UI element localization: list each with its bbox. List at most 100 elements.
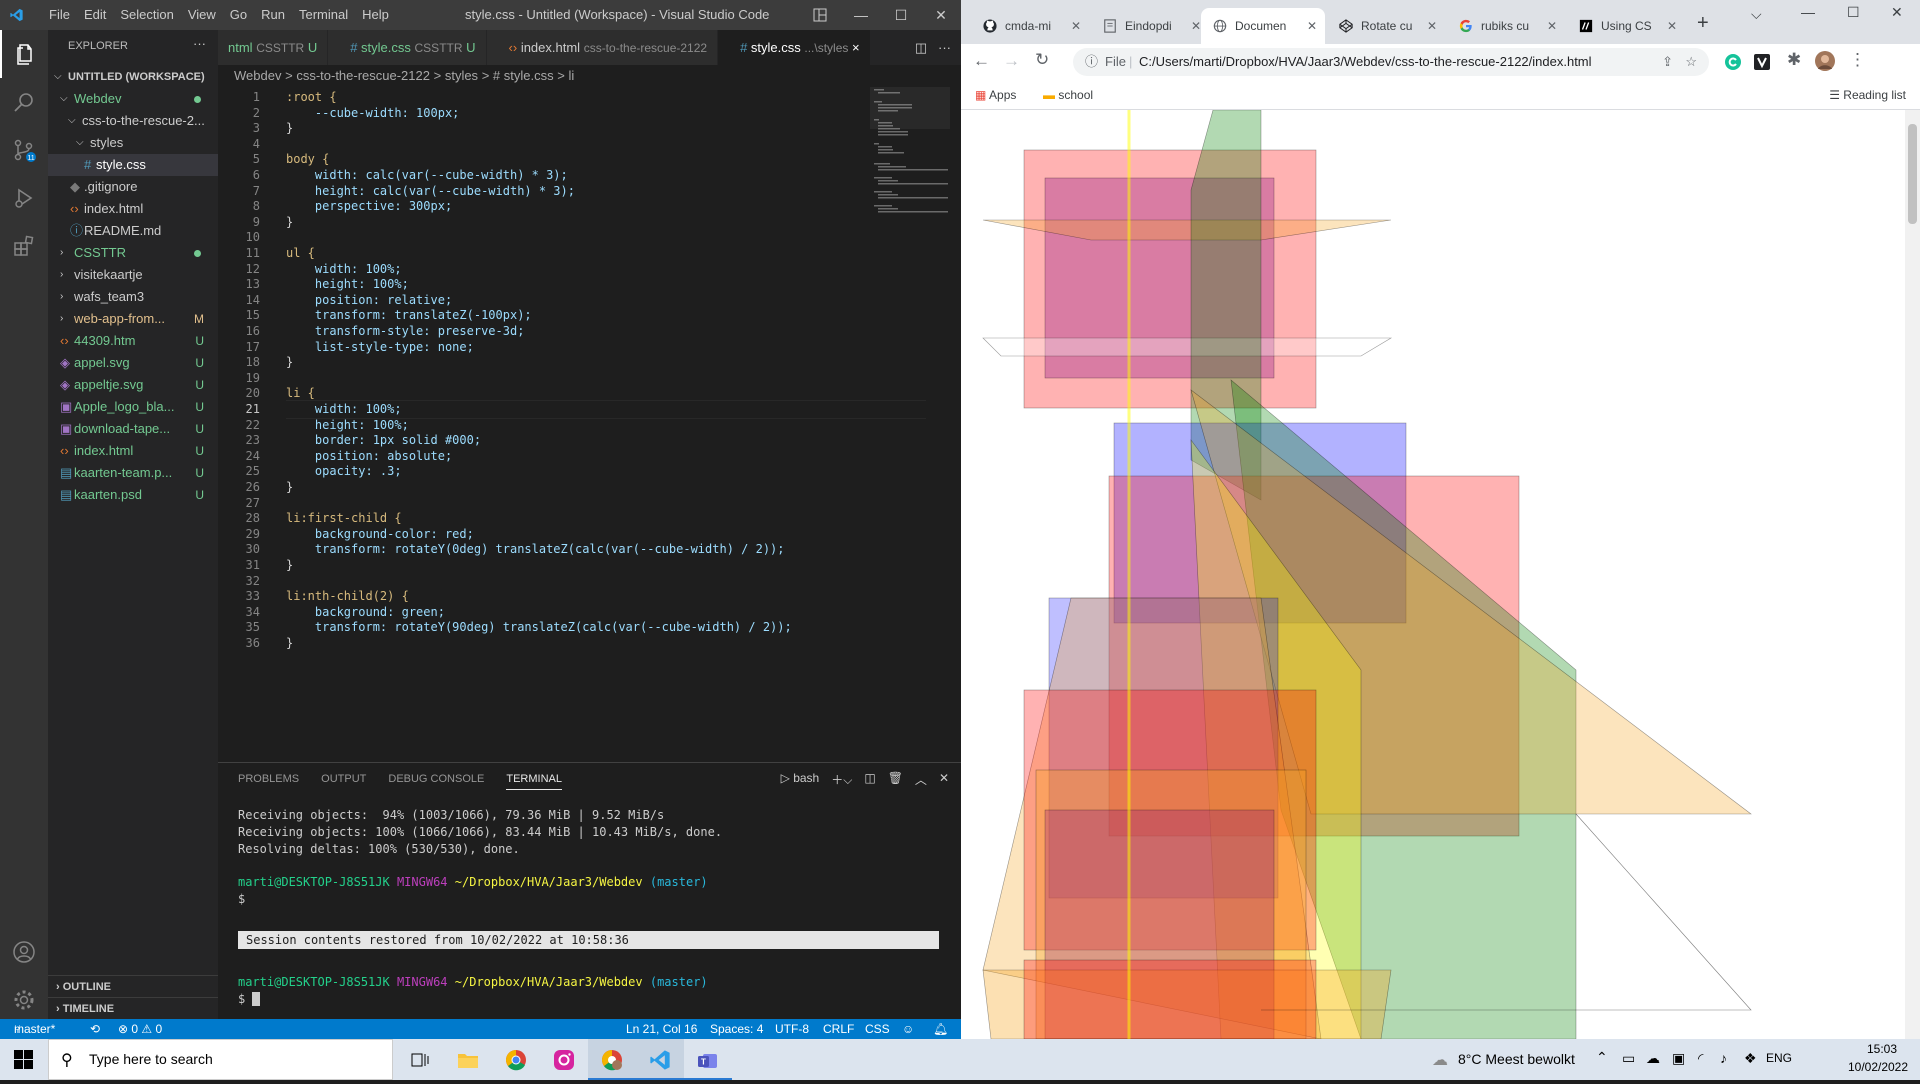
code-line[interactable]: list-style-type: none; [286, 340, 474, 354]
code-line[interactable]: position: absolute; [286, 449, 452, 463]
browser-tab-active[interactable]: Documen ✕ [1201, 8, 1325, 44]
terminal-input[interactable]: $ [238, 992, 260, 1006]
code-line[interactable]: perspective: 300px; [286, 199, 452, 213]
tree-folder-visitekaartje[interactable]: › visitekaartje [48, 264, 218, 286]
clock-time[interactable]: 15:03 [1852, 1042, 1912, 1056]
outline-section[interactable]: › OUTLINE [48, 975, 218, 997]
breadcrumb-item[interactable]: css-to-the-rescue-2122 [296, 68, 430, 83]
tree-file-download-tape[interactable]: ▣ download-tape... U [48, 418, 218, 440]
meet-now-icon[interactable]: ▭ [1622, 1050, 1635, 1067]
code-line[interactable]: transform: rotateY(90deg) translateZ(cal… [286, 620, 792, 634]
weather-cloud-icon[interactable]: ☁ [1432, 1050, 1448, 1070]
close-tab-icon[interactable]: ✕ [1307, 8, 1317, 44]
tree-file-44309[interactable]: ‹› 44309.htm U [48, 330, 218, 352]
browser-tab[interactable]: rubiks cu ✕ [1447, 8, 1565, 44]
menu-edit[interactable]: Edit [77, 0, 113, 30]
code-line[interactable]: transform: translateZ(-100px); [286, 308, 532, 322]
taskbar-search-box[interactable]: ⚲ Type here to search [48, 1039, 393, 1080]
feedback-icon[interactable]: ☺ [902, 1019, 914, 1039]
browser-tab[interactable]: Using CS ✕ [1567, 8, 1685, 44]
sync-icon[interactable]: ⟲ [90, 1019, 100, 1039]
tree-folder-csst[interactable]: › CSSTTR [48, 242, 218, 264]
onedrive-icon[interactable]: ☁ [1646, 1050, 1660, 1067]
tab-terminal[interactable]: TERMINAL [506, 773, 562, 790]
menu-run[interactable]: Run [254, 0, 292, 30]
breadcrumb-item[interactable]: styles [445, 68, 478, 83]
tree-file-gitignore[interactable]: ◆ .gitignore [48, 176, 218, 198]
browser-tab[interactable]: cmda-mi ✕ [971, 8, 1089, 44]
indentation-status[interactable]: Spaces: 4 [710, 1019, 763, 1039]
task-view-icon[interactable] [396, 1039, 444, 1080]
clock-date[interactable]: 10/02/2022 [1838, 1060, 1918, 1074]
profile-avatar[interactable] [1814, 50, 1836, 72]
tab-style-css-csst[interactable]: # style.css CSSTTR U [328, 30, 487, 65]
tab-search-icon[interactable]: ⌵ [1751, 6, 1762, 23]
search-icon[interactable] [0, 78, 48, 126]
tree-folder-wafs[interactable]: › wafs_team3 [48, 286, 218, 308]
problems-status[interactable]: ⊗ 0 ⚠ 0 [118, 1019, 162, 1039]
tab-output[interactable]: OUTPUT [321, 773, 366, 790]
close-window-button[interactable]: ✕ [921, 0, 961, 30]
chrome-menu-icon[interactable]: ⋮ [1849, 50, 1866, 70]
windows-start-icon[interactable] [0, 1039, 48, 1080]
chrome-taskbar-icon[interactable] [492, 1039, 540, 1080]
reload-icon[interactable]: ↻ [1035, 50, 1049, 70]
volume-icon[interactable]: ♪ [1720, 1050, 1727, 1066]
close-tab-icon[interactable]: ✕ [1667, 8, 1677, 44]
menu-help[interactable]: Help [355, 0, 396, 30]
code-line[interactable]: background-color: red; [286, 527, 474, 541]
tree-folder-web-app[interactable]: › web-app-from... M [48, 308, 218, 330]
scrollbar-thumb[interactable] [1908, 124, 1917, 224]
grammarly-icon[interactable] [1724, 53, 1742, 71]
page-scrollbar[interactable] [1905, 110, 1920, 1039]
share-icon[interactable]: ⇪ [1662, 48, 1673, 76]
extensions-puzzle-icon[interactable]: ✱ [1787, 50, 1801, 70]
menu-view[interactable]: View [181, 0, 223, 30]
code-line[interactable]: transform-style: preserve-3d; [286, 324, 525, 338]
encoding-status[interactable]: UTF-8 [775, 1019, 809, 1039]
browser-tab[interactable]: Eindopdi ✕ [1091, 8, 1209, 44]
tree-folder-styles[interactable]: ⌵ styles [48, 132, 218, 154]
language-indicator[interactable]: ENG [1766, 1051, 1792, 1065]
terminal-shell-selector[interactable]: ▷ bash [781, 771, 820, 788]
minimize-button[interactable]: — [841, 0, 881, 30]
code-line[interactable]: height: 100%; [286, 277, 409, 291]
code-line[interactable]: ul { [286, 246, 315, 260]
weather-text[interactable]: 8°C Meest bewolkt [1458, 1051, 1575, 1067]
code-line[interactable]: :root { [286, 90, 337, 104]
close-panel-icon[interactable]: ✕ [939, 771, 949, 788]
code-line[interactable]: body { [286, 152, 329, 166]
eol-status[interactable]: CRLF [823, 1019, 854, 1039]
chrome-profile-taskbar-icon[interactable] [588, 1039, 636, 1080]
code-line[interactable]: opacity: .3; [286, 464, 402, 478]
close-tab-icon[interactable]: ✕ [1191, 8, 1201, 44]
code-line[interactable]: li { [286, 386, 315, 400]
tree-folder-webdev[interactable]: ⌵ Webdev [48, 88, 218, 110]
code-line[interactable]: } [286, 355, 293, 369]
apps-bookmark[interactable]: ▦ Apps [975, 80, 1016, 110]
tree-file-readme[interactable]: ⓘ README.md [48, 220, 218, 242]
settings-gear-icon[interactable] [0, 976, 48, 1024]
code-line[interactable]: position: relative; [286, 293, 452, 307]
code-line[interactable]: } [286, 480, 293, 494]
tree-file-appeltje-svg[interactable]: ◈ appeltje.svg U [48, 374, 218, 396]
code-editor[interactable]: 1:root {2 --cube-width: 100px; 3} 4 5 body {… [218, 87, 938, 762]
close-tab-icon[interactable]: ✕ [1547, 8, 1557, 44]
code-line[interactable]: li:first-child { [286, 511, 402, 525]
maximize-panel-icon[interactable]: ︿ [915, 771, 927, 788]
code-line[interactable]: background: green; [286, 605, 445, 619]
school-bookmark[interactable]: ▬ school [1043, 80, 1093, 110]
extensions-icon[interactable] [0, 222, 48, 270]
breadcrumb-item[interactable]: Webdev [234, 68, 281, 83]
code-line[interactable]: width: 100%; [286, 402, 402, 416]
tree-file-kaarten-psd[interactable]: ▤ kaarten.psd U [48, 484, 218, 506]
trash-icon[interactable]: 🗑 [888, 771, 903, 788]
bookmark-star-icon[interactable]: ☆ [1685, 48, 1697, 76]
teams-icon[interactable]: T [684, 1039, 732, 1080]
code-line[interactable]: height: calc(var(--cube-width) * 3); [286, 184, 575, 198]
back-arrow-icon[interactable]: ← [973, 51, 990, 71]
close-tab-icon[interactable]: ✕ [1071, 8, 1081, 44]
code-line[interactable]: li:nth-child(2) { [286, 589, 409, 603]
vscode-taskbar-icon[interactable] [636, 1039, 684, 1080]
info-icon[interactable]: ⓘ [1085, 48, 1098, 76]
